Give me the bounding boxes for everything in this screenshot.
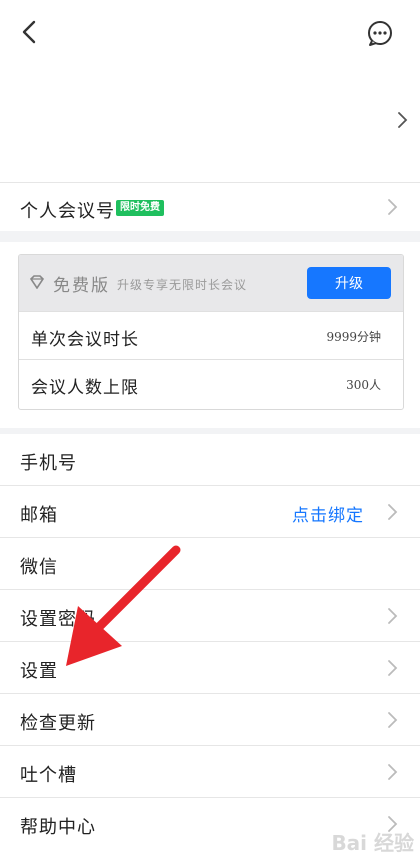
menu-item-check-update[interactable]: 检查更新	[0, 694, 420, 745]
personal-meeting-row[interactable]: 个人会议号	[0, 183, 420, 231]
plan-row-label: 单次会议时长	[31, 330, 139, 350]
top-bar	[0, 0, 420, 70]
chevron-right-icon	[388, 199, 398, 215]
chevron-right-icon	[388, 504, 398, 520]
diamond-icon	[29, 275, 45, 289]
menu-item-label: 吐个槽	[20, 765, 77, 786]
menu-item-label: 手机号	[20, 453, 77, 474]
menu-item-wechat[interactable]: 微信	[0, 538, 420, 589]
menu-item-label: 检查更新	[20, 713, 96, 734]
chevron-right-icon	[388, 608, 398, 624]
chevron-right-icon	[388, 764, 398, 780]
chevron-right-icon	[398, 112, 408, 128]
back-icon[interactable]	[16, 18, 44, 46]
personal-meeting-label: 个人会议号	[20, 201, 115, 222]
plan-title: 免费版	[53, 276, 110, 296]
chat-bubble-icon[interactable]	[366, 19, 394, 47]
plan-description: 升级专享无限时长会议	[117, 278, 248, 292]
chevron-right-icon	[388, 712, 398, 728]
menu-item-set-password[interactable]: 设置密码	[0, 590, 420, 641]
bind-email-link[interactable]: 点击绑定	[292, 501, 364, 526]
plan-row: 会议人数上限 300人	[19, 359, 403, 408]
menu-item-label: 设置	[20, 661, 58, 682]
menu-item-label: 微信	[20, 557, 58, 578]
menu-list: 手机号 邮箱 点击绑定 微信 设置密码 设置 检查更新 吐个槽 帮助中心	[0, 434, 420, 860]
menu-item-label: 帮助中心	[20, 817, 96, 838]
plan-row-value: 300人	[346, 378, 381, 392]
menu-item-email[interactable]: 邮箱 点击绑定	[0, 486, 420, 537]
plan-row: 单次会议时长 9999分钟	[19, 311, 403, 360]
upgrade-button[interactable]: 升级	[307, 267, 391, 299]
menu-item-settings[interactable]: 设置	[0, 642, 420, 693]
plan-row-label: 会议人数上限	[31, 378, 139, 398]
account-screen: 个人会议号 限时免费 免费版 升级专享无限时长会议 升级 单次会议时长 9999…	[0, 0, 420, 860]
menu-item-phone[interactable]: 手机号	[0, 434, 420, 485]
profile-card[interactable]	[0, 70, 420, 182]
chevron-right-icon	[388, 660, 398, 676]
watermark: Bai 经验	[331, 831, 414, 855]
free-limited-badge: 限时免费	[116, 200, 164, 216]
menu-item-label: 设置密码	[20, 609, 96, 630]
plan-row-value: 9999分钟	[326, 330, 381, 344]
plan-card: 免费版 升级专享无限时长会议 升级 单次会议时长 9999分钟 会议人数上限 3…	[18, 254, 404, 410]
plan-header: 免费版 升级专享无限时长会议 升级	[19, 255, 403, 311]
menu-item-feedback[interactable]: 吐个槽	[0, 746, 420, 797]
menu-item-label: 邮箱	[20, 505, 58, 526]
